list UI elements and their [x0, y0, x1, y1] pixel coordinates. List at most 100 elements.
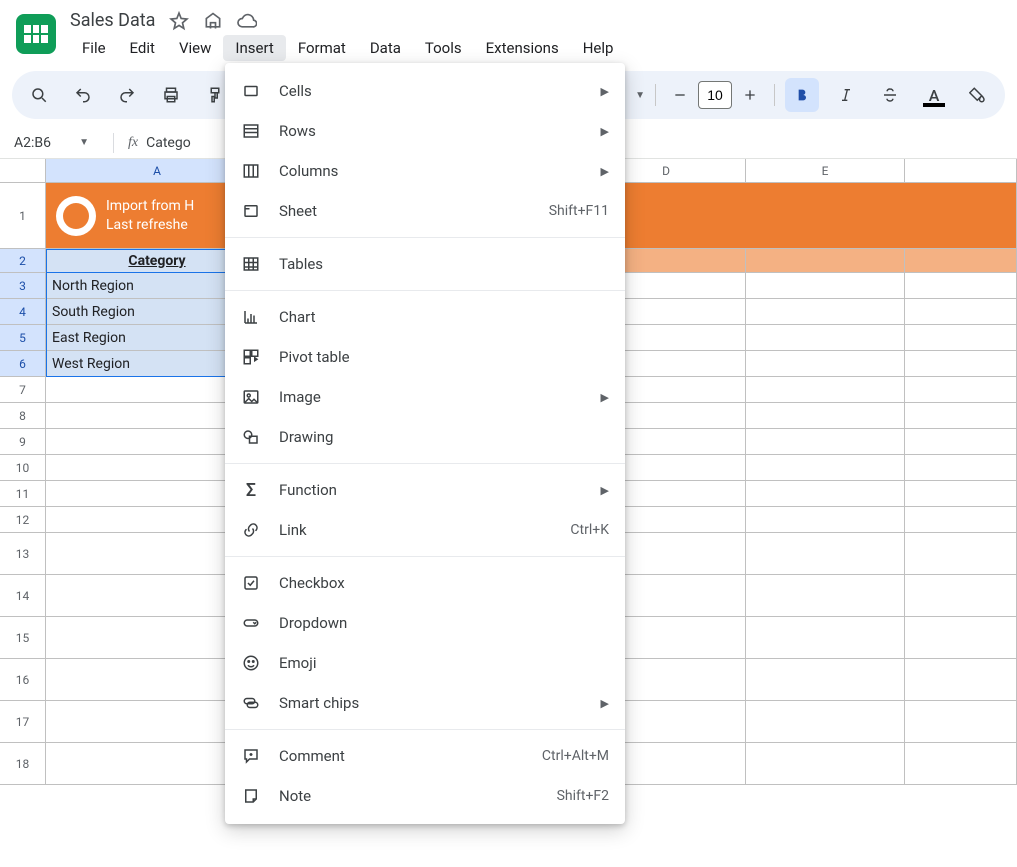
search-icon[interactable]	[22, 78, 56, 112]
row-header-14[interactable]: 14	[0, 575, 46, 617]
cell[interactable]	[905, 701, 1017, 743]
menu-item-image[interactable]: Image ▶	[225, 377, 625, 417]
fill-color-button[interactable]	[961, 78, 995, 112]
row-header-2[interactable]: 2	[0, 249, 46, 273]
cell[interactable]	[905, 617, 1017, 659]
row-header-1[interactable]: 1	[0, 183, 46, 249]
row-header-17[interactable]: 17	[0, 701, 46, 743]
cell-e4[interactable]	[746, 299, 905, 325]
bold-button[interactable]	[785, 78, 819, 112]
formula-input[interactable]: Catego	[146, 135, 191, 151]
row-header-10[interactable]: 10	[0, 455, 46, 481]
cell[interactable]	[746, 377, 905, 403]
cell[interactable]	[905, 455, 1017, 481]
menu-view[interactable]: View	[167, 35, 223, 61]
cell-f6[interactable]	[905, 351, 1017, 377]
cell-f3[interactable]	[905, 273, 1017, 299]
menu-item-smart-chips[interactable]: Smart chips ▶	[225, 683, 625, 723]
italic-button[interactable]	[829, 78, 863, 112]
cell[interactable]	[746, 575, 905, 617]
menu-item-cells[interactable]: Cells ▶	[225, 71, 625, 111]
row-header-13[interactable]: 13	[0, 533, 46, 575]
cell[interactable]	[746, 617, 905, 659]
menu-item-pivot-table[interactable]: Pivot table	[225, 337, 625, 377]
cell[interactable]	[746, 455, 905, 481]
menu-item-chart[interactable]: Chart	[225, 297, 625, 337]
select-all-corner[interactable]	[0, 159, 46, 183]
cell-f4[interactable]	[905, 299, 1017, 325]
cell[interactable]	[905, 659, 1017, 701]
menu-item-emoji[interactable]: Emoji	[225, 643, 625, 683]
menu-item-link[interactable]: Link Ctrl+K	[225, 510, 625, 550]
banner-cell[interactable]	[905, 183, 1017, 249]
sheets-logo[interactable]	[16, 14, 56, 54]
cell[interactable]	[905, 403, 1017, 429]
toolbar-dropdown-caret-icon[interactable]: ▼	[635, 90, 645, 101]
col-header-e[interactable]: E	[746, 159, 905, 183]
cell-f5[interactable]	[905, 325, 1017, 351]
cloud-status-icon[interactable]	[237, 11, 257, 31]
row-header-11[interactable]: 11	[0, 481, 46, 507]
menu-edit[interactable]: Edit	[118, 35, 167, 61]
cell[interactable]	[905, 377, 1017, 403]
menu-item-columns[interactable]: Columns ▶	[225, 151, 625, 191]
cell[interactable]	[746, 533, 905, 575]
cell-e3[interactable]	[746, 273, 905, 299]
menu-item-dropdown[interactable]: Dropdown	[225, 603, 625, 643]
menu-item-rows[interactable]: Rows ▶	[225, 111, 625, 151]
move-icon[interactable]	[203, 11, 223, 31]
menu-item-checkbox[interactable]: Checkbox	[225, 563, 625, 603]
menu-file[interactable]: File	[70, 35, 118, 61]
menu-tools[interactable]: Tools	[413, 35, 474, 61]
menu-extensions[interactable]: Extensions	[474, 35, 571, 61]
cell-e2[interactable]	[746, 249, 905, 273]
cell[interactable]	[905, 575, 1017, 617]
cell[interactable]	[746, 429, 905, 455]
menu-data[interactable]: Data	[358, 35, 413, 61]
menu-item-note[interactable]: Note Shift+F2	[225, 776, 625, 816]
row-header-9[interactable]: 9	[0, 429, 46, 455]
name-box[interactable]: A2:B6 ▼	[0, 135, 95, 151]
undo-icon[interactable]	[66, 78, 100, 112]
document-name[interactable]: Sales Data	[70, 10, 155, 31]
menu-item-sheet[interactable]: Sheet Shift+F11	[225, 191, 625, 231]
cell[interactable]	[746, 403, 905, 429]
row-header-12[interactable]: 12	[0, 507, 46, 533]
cell[interactable]	[905, 507, 1017, 533]
row-header-4[interactable]: 4	[0, 299, 46, 325]
cell[interactable]	[905, 481, 1017, 507]
cell[interactable]	[905, 429, 1017, 455]
menu-item-drawing[interactable]: Drawing	[225, 417, 625, 457]
menu-item-comment[interactable]: Comment Ctrl+Alt+M	[225, 736, 625, 776]
row-header-7[interactable]: 7	[0, 377, 46, 403]
row-header-8[interactable]: 8	[0, 403, 46, 429]
menu-item-function[interactable]: Σ Function ▶	[225, 470, 625, 510]
row-header-6[interactable]: 6	[0, 351, 46, 377]
col-header-f[interactable]	[905, 159, 1017, 183]
menu-format[interactable]: Format	[286, 35, 358, 61]
row-header-3[interactable]: 3	[0, 273, 46, 299]
cell[interactable]	[746, 701, 905, 743]
cell[interactable]	[905, 743, 1017, 785]
cell-e6[interactable]	[746, 351, 905, 377]
cell[interactable]	[905, 533, 1017, 575]
star-icon[interactable]	[169, 11, 189, 31]
strikethrough-button[interactable]	[873, 78, 907, 112]
text-color-button[interactable]: A	[917, 78, 951, 112]
row-header-16[interactable]: 16	[0, 659, 46, 701]
menu-item-tables[interactable]: Tables	[225, 244, 625, 284]
banner-cell[interactable]	[746, 183, 905, 249]
cell-f2[interactable]	[905, 249, 1017, 273]
cell[interactable]	[746, 743, 905, 785]
increase-font-size-button[interactable]	[736, 78, 764, 112]
cell-e5[interactable]	[746, 325, 905, 351]
font-size-input[interactable]	[698, 81, 732, 109]
menu-insert[interactable]: Insert	[223, 35, 285, 61]
cell[interactable]	[746, 659, 905, 701]
cell[interactable]	[746, 481, 905, 507]
row-header-5[interactable]: 5	[0, 325, 46, 351]
menu-help[interactable]: Help	[571, 35, 626, 61]
row-header-18[interactable]: 18	[0, 743, 46, 785]
name-box-dropdown-icon[interactable]: ▼	[79, 137, 89, 148]
redo-icon[interactable]	[110, 78, 144, 112]
